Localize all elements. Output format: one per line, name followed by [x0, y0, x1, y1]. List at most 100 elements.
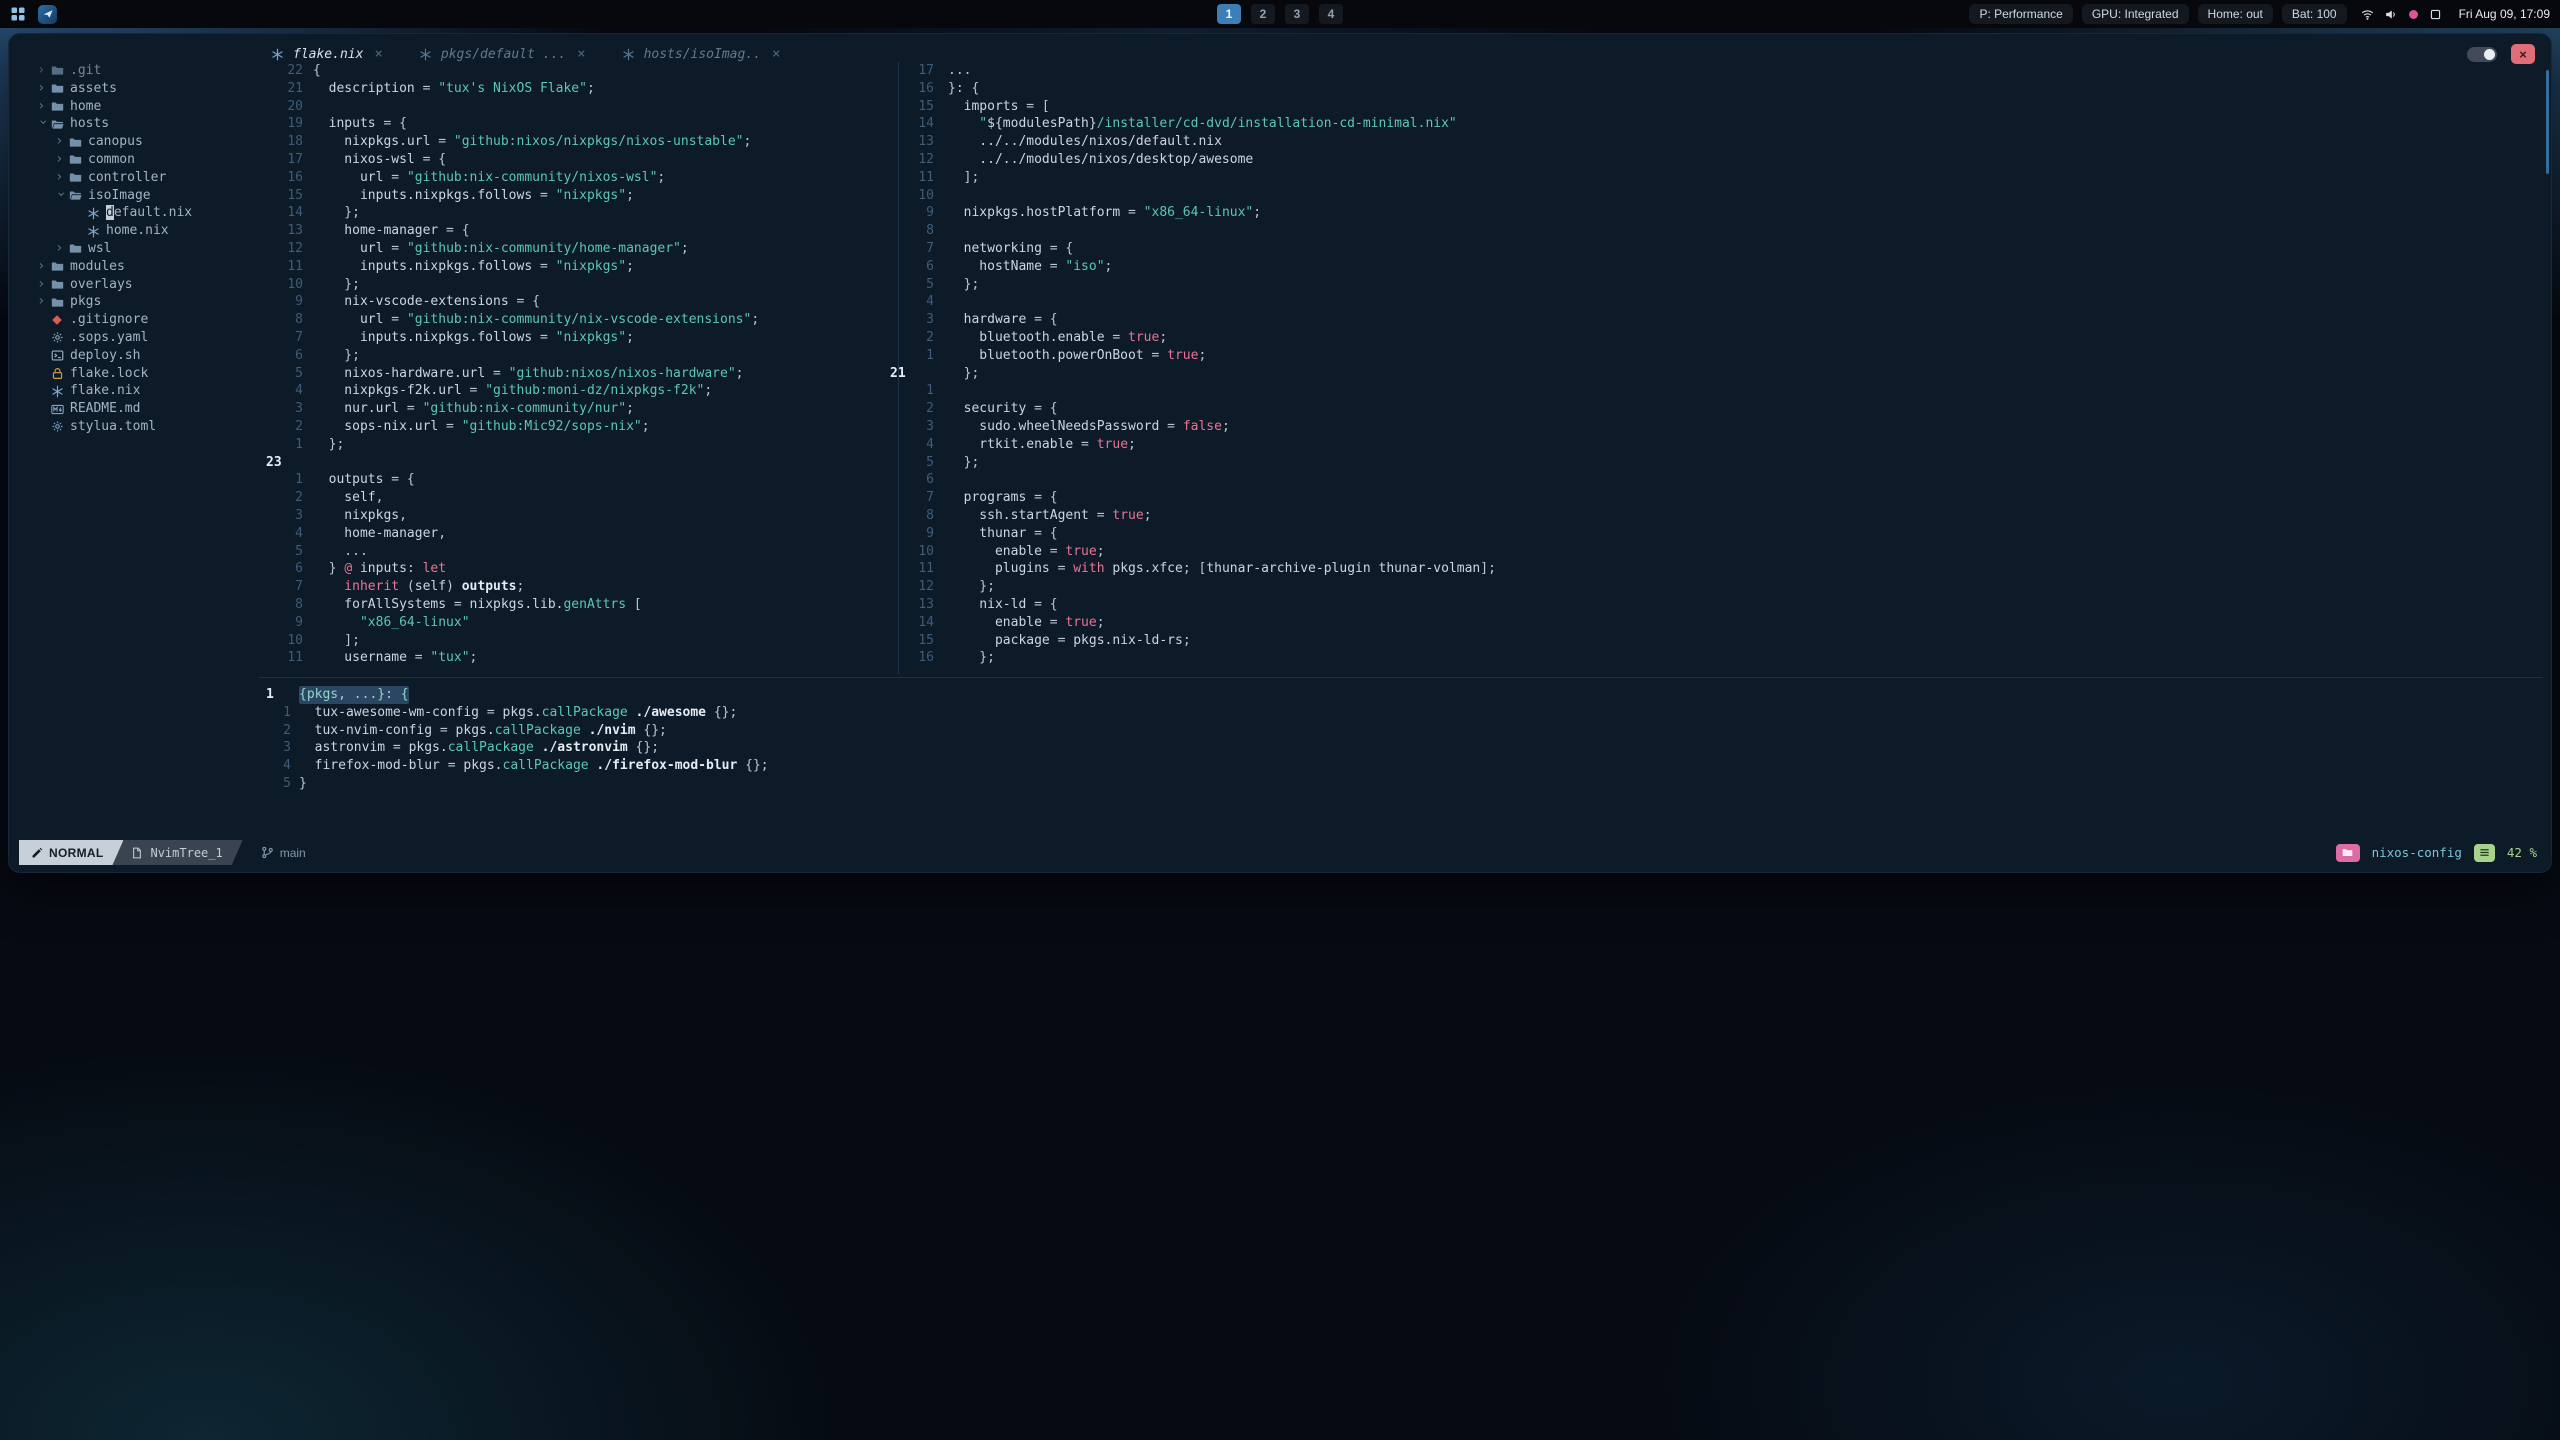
chevron-down-icon[interactable]: ›	[33, 118, 51, 132]
code-line[interactable]: 1 {pkgs, ...}: {	[266, 686, 2546, 704]
workspace-button-2[interactable]: 2	[1251, 4, 1275, 24]
chevron-right-icon[interactable]: ›	[55, 169, 69, 187]
workspace-button-4[interactable]: 4	[1319, 4, 1343, 24]
tab-close-icon[interactable]: ×	[772, 46, 780, 62]
chevron-right-icon[interactable]: ›	[55, 133, 69, 151]
code-line[interactable]: 6 } @ inputs: let	[266, 560, 892, 578]
tray-square-icon[interactable]	[2429, 8, 2442, 21]
code-line[interactable]: 10 enable = true;	[890, 543, 2545, 561]
tree-item-assets[interactable]: › assets	[9, 80, 267, 98]
code-line[interactable]: 3 hardware = {	[890, 311, 2545, 329]
code-line[interactable]: 12 url = "github:nix-community/home-mana…	[266, 240, 892, 258]
tree-item-flake-nix[interactable]: flake.nix	[9, 382, 267, 400]
code-line[interactable]: 13 home-manager = {	[266, 222, 892, 240]
tree-item-isoImage[interactable]: › isoImage	[9, 187, 267, 205]
code-line[interactable]: 14 "${modulesPath}/installer/cd-dvd/inst…	[890, 115, 2545, 133]
code-line[interactable]: 5 };	[890, 454, 2545, 472]
tree-item-deploy-sh[interactable]: deploy.sh	[9, 347, 267, 365]
code-line[interactable]: 6 hostName = "iso";	[890, 258, 2545, 276]
tree-item-stylua-toml[interactable]: stylua.toml	[9, 418, 267, 436]
code-line[interactable]: 19 inputs = {	[266, 115, 892, 133]
code-line[interactable]: 3 sudo.wheelNeedsPassword = false;	[890, 418, 2545, 436]
code-line[interactable]: 4 rtkit.enable = true;	[890, 436, 2545, 454]
code-line[interactable]: 11 username = "tux";	[266, 649, 892, 667]
code-line[interactable]: 9 nix-vscode-extensions = {	[266, 293, 892, 311]
code-line[interactable]: 8	[890, 222, 2545, 240]
code-line[interactable]: 15 inputs.nixpkgs.follows = "nixpkgs";	[266, 187, 892, 205]
code-line[interactable]: 1 };	[266, 436, 892, 454]
tree-item-controller[interactable]: › controller	[9, 169, 267, 187]
code-line[interactable]: 1 bluetooth.powerOnBoot = true;	[890, 347, 2545, 365]
workspace-button-3[interactable]: 3	[1285, 4, 1309, 24]
code-line[interactable]: 5}	[266, 775, 2546, 793]
scrollbar-thumb[interactable]	[2546, 70, 2549, 174]
tree-item-modules[interactable]: › modules	[9, 258, 267, 276]
code-line[interactable]: 7 inputs.nixpkgs.follows = "nixpkgs";	[266, 329, 892, 347]
tree-item-overlays[interactable]: › overlays	[9, 276, 267, 294]
code-line[interactable]: 5 };	[890, 276, 2545, 294]
code-line[interactable]: 10 ];	[266, 632, 892, 650]
chevron-right-icon[interactable]: ›	[37, 276, 51, 294]
code-line[interactable]: 9 "x86_64-linux"	[266, 614, 892, 632]
chevron-right-icon[interactable]: ›	[37, 62, 51, 80]
tree-item-flake-lock[interactable]: flake.lock	[9, 365, 267, 383]
code-line[interactable]: 11 ];	[890, 169, 2545, 187]
code-line[interactable]: 16 };	[890, 649, 2545, 667]
code-line[interactable]: 4 nixpkgs-f2k.url = "github:moni-dz/nixp…	[266, 382, 892, 400]
code-line[interactable]: 17...	[890, 62, 2545, 80]
tree-item-README-md[interactable]: README.md	[9, 400, 267, 418]
code-line[interactable]: 9 nixpkgs.hostPlatform = "x86_64-linux";	[890, 204, 2545, 222]
tab-close-icon[interactable]: ×	[577, 46, 585, 62]
code-line[interactable]: 1	[890, 382, 2545, 400]
code-line[interactable]: 7 networking = {	[890, 240, 2545, 258]
code-line[interactable]: 16}: {	[890, 80, 2545, 98]
code-line[interactable]: 5 nixos-hardware.url = "github:nixos/nix…	[266, 365, 892, 383]
volume-icon[interactable]	[2384, 8, 2398, 21]
code-line[interactable]: 2 self,	[266, 489, 892, 507]
code-line[interactable]: 15 imports = [	[890, 98, 2545, 116]
code-line[interactable]: 12 ../../modules/nixos/desktop/awesome	[890, 151, 2545, 169]
chevron-right-icon[interactable]: ›	[37, 293, 51, 311]
code-line[interactable]: 17 nixos-wsl = {	[266, 151, 892, 169]
code-line[interactable]: 4 home-manager,	[266, 525, 892, 543]
code-line[interactable]: 4 firefox-mod-blur = pkgs.callPackage ./…	[266, 757, 2546, 775]
code-line[interactable]: 10 };	[266, 276, 892, 294]
code-line[interactable]: 1 tux-awesome-wm-config = pkgs.callPacka…	[266, 704, 2546, 722]
tab-flake-nix[interactable]: flake.nix ×	[271, 46, 383, 62]
code-line[interactable]: 2 sops-nix.url = "github:Mic92/sops-nix"…	[266, 418, 892, 436]
code-line[interactable]: 2 tux-nvim-config = pkgs.callPackage ./n…	[266, 722, 2546, 740]
tree-item-pkgs[interactable]: › pkgs	[9, 293, 267, 311]
code-line[interactable]: 21 };	[890, 365, 2545, 383]
code-line[interactable]: 8 url = "github:nix-community/nix-vscode…	[266, 311, 892, 329]
code-line[interactable]: 3 nixpkgs,	[266, 507, 892, 525]
tree-item--git[interactable]: › .git	[9, 62, 267, 80]
code-line[interactable]: 21 description = "tux's NixOS Flake";	[266, 80, 892, 98]
window-close-button[interactable]: ×	[2511, 44, 2535, 64]
tree-item-canopus[interactable]: › canopus	[9, 133, 267, 151]
wifi-icon[interactable]	[2360, 8, 2375, 21]
window-toggle[interactable]	[2467, 47, 2497, 62]
code-line[interactable]: 8 forAllSystems = nixpkgs.lib.genAttrs [	[266, 596, 892, 614]
code-line[interactable]: 6 };	[266, 347, 892, 365]
tree-item-default-nix[interactable]: default.nix	[9, 204, 267, 222]
code-line[interactable]: 16 url = "github:nix-community/nixos-wsl…	[266, 169, 892, 187]
workspace-button-1[interactable]: 1	[1217, 4, 1241, 24]
code-line[interactable]: 13 ../../modules/nixos/default.nix	[890, 133, 2545, 151]
code-line[interactable]: 11 inputs.nixpkgs.follows = "nixpkgs";	[266, 258, 892, 276]
code-line[interactable]: 3 astronvim = pkgs.callPackage ./astronv…	[266, 739, 2546, 757]
code-line[interactable]: 8 ssh.startAgent = true;	[890, 507, 2545, 525]
code-line[interactable]: 9 thunar = {	[890, 525, 2545, 543]
chevron-right-icon[interactable]: ›	[55, 240, 69, 258]
code-line[interactable]: 22 {	[266, 62, 892, 80]
code-line[interactable]: 6	[890, 471, 2545, 489]
tree-item-home[interactable]: › home	[9, 98, 267, 116]
code-line[interactable]: 3 nur.url = "github:nix-community/nur";	[266, 400, 892, 418]
code-line[interactable]: 14 };	[266, 204, 892, 222]
pane-divider-horizontal[interactable]	[259, 677, 2543, 678]
chevron-right-icon[interactable]: ›	[37, 98, 51, 116]
tab-pkgs-default-[interactable]: pkgs/default ... ×	[419, 46, 586, 62]
code-line[interactable]: 23	[266, 454, 892, 472]
code-line[interactable]: 4	[890, 293, 2545, 311]
chevron-right-icon[interactable]: ›	[55, 151, 69, 169]
code-line[interactable]: 12 };	[890, 578, 2545, 596]
